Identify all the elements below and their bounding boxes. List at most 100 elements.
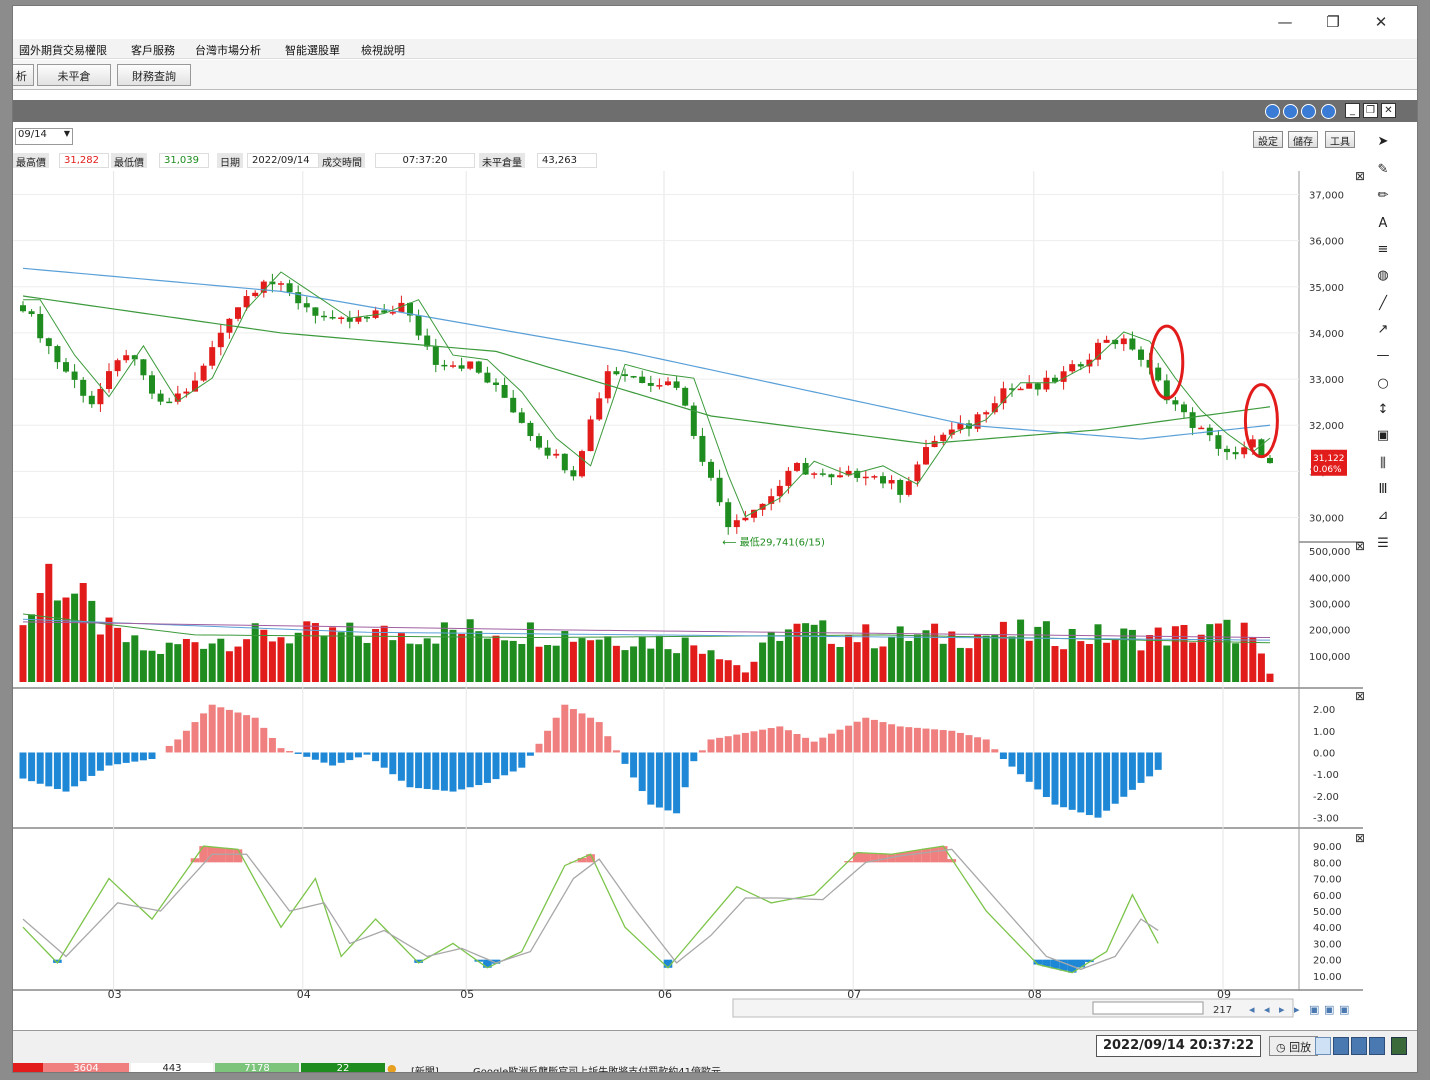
- candle-body: [97, 388, 104, 405]
- channel-tool-icon[interactable]: ⫼: [1375, 456, 1391, 474]
- globe-icon[interactable]: ◍: [1375, 268, 1391, 286]
- macd-bar: [62, 752, 70, 792]
- volume-bar: [948, 631, 956, 682]
- hline-tool-icon[interactable]: —: [1375, 348, 1391, 366]
- volume-bar: [79, 583, 87, 682]
- macd-bar: [346, 752, 354, 761]
- volume-bar: [836, 646, 844, 682]
- date-select[interactable]: 09/14 ▼: [15, 128, 73, 145]
- tools-button[interactable]: 工具: [1325, 131, 1355, 148]
- alert-icon[interactable]: ●: [387, 1062, 397, 1072]
- volume-bar: [1077, 641, 1085, 682]
- candle-body: [888, 480, 895, 484]
- menu-item-service[interactable]: 客戶服務: [131, 42, 175, 58]
- volume-bar: [415, 644, 423, 682]
- replay-button[interactable]: ◷ 回放: [1269, 1036, 1319, 1056]
- candle-body: [1232, 452, 1239, 455]
- line-tool-icon[interactable]: ╱: [1375, 296, 1391, 314]
- chart-nav-icon: ◂: [1249, 1003, 1255, 1016]
- analysis-button[interactable]: 析: [13, 64, 34, 86]
- help-icon[interactable]: [1321, 104, 1336, 119]
- panel-restore-icon[interactable]: ❐: [1363, 103, 1378, 118]
- save-button[interactable]: 儲存: [1288, 131, 1318, 148]
- lines-icon[interactable]: ≡: [1375, 242, 1391, 260]
- volume-bar: [681, 637, 689, 682]
- menu-item-futures[interactable]: 國外期貨交易權限: [19, 42, 107, 58]
- text-icon[interactable]: A: [1375, 216, 1391, 234]
- chevron-down-icon: ▼: [63, 129, 70, 138]
- layout-icon-4[interactable]: [1369, 1037, 1385, 1055]
- panel-minimize-icon[interactable]: _: [1345, 103, 1360, 118]
- candle-body: [1215, 435, 1222, 449]
- layout-icon-3[interactable]: [1351, 1037, 1367, 1055]
- maximize-button[interactable]: ❐: [1318, 10, 1348, 34]
- open-interest-label: 未平倉量: [479, 153, 525, 169]
- price-tick-label: 35,000: [1309, 283, 1344, 294]
- macd-bar: [1137, 752, 1145, 783]
- candle-body: [923, 447, 929, 465]
- shapes-tool-icon[interactable]: ▣: [1375, 428, 1391, 446]
- info-icon[interactable]: [1283, 104, 1298, 119]
- minimize-button[interactable]: —: [1270, 10, 1300, 34]
- macd-bar: [879, 722, 887, 753]
- grid-icon[interactable]: [1391, 1037, 1407, 1055]
- volume-bar: [1025, 640, 1033, 682]
- macd-bar: [501, 752, 509, 776]
- fan-tool-icon[interactable]: ⊿: [1375, 508, 1391, 526]
- candle-body: [733, 520, 740, 528]
- cursor-icon[interactable]: ➤: [1375, 134, 1391, 152]
- macd-bar: [509, 752, 517, 772]
- replay-label: 回放: [1289, 1041, 1312, 1054]
- fib-tool-icon[interactable]: ☰: [1375, 536, 1391, 554]
- open-interest-button[interactable]: 未平倉: [37, 64, 111, 86]
- vline-tool-icon[interactable]: ↕: [1375, 402, 1391, 420]
- volume-bar: [139, 650, 147, 682]
- candle-body: [71, 371, 78, 380]
- candle-body: [149, 375, 155, 394]
- panel-close-icon[interactable]: ✕: [1381, 103, 1396, 118]
- circle-tool-icon[interactable]: ○: [1375, 376, 1391, 394]
- menu-bar: 國外期貨交易權限 客戶服務 台灣市場分析 智能選股單 檢視說明: [13, 39, 1417, 59]
- rewind-icon[interactable]: [1265, 104, 1280, 119]
- macd-bar: [853, 721, 861, 753]
- close-button[interactable]: ✕: [1366, 10, 1396, 34]
- pencil-icon[interactable]: ✏: [1375, 188, 1391, 206]
- volume-bar: [561, 631, 569, 682]
- menu-item-market[interactable]: 台灣市場分析: [195, 42, 261, 58]
- macd-bar: [810, 741, 818, 753]
- layout-icon-2[interactable]: [1333, 1037, 1349, 1055]
- eraser-icon[interactable]: ✎: [1375, 162, 1391, 180]
- volume-bar: [733, 665, 741, 682]
- volume-bar: [759, 642, 767, 682]
- settings-button[interactable]: 設定: [1253, 131, 1283, 148]
- macd-bar: [922, 728, 930, 753]
- pane-background-0: [13, 170, 1299, 542]
- refresh-icon[interactable]: [1301, 104, 1316, 119]
- volume-bar: [423, 638, 431, 682]
- macd-bar: [1146, 752, 1154, 777]
- macd-bar: [1077, 752, 1085, 813]
- arrow-tool-icon[interactable]: ↗: [1375, 322, 1391, 340]
- candle-body: [570, 470, 577, 477]
- volume-bar: [1163, 645, 1171, 682]
- volume-bar: [148, 650, 156, 682]
- news-ticker[interactable]: Google歐洲反壟斷官司上訴失敗將支付罰款約41億歐元: [473, 1063, 721, 1072]
- macd-bar: [862, 717, 870, 753]
- menu-item-help[interactable]: 檢視說明: [361, 42, 405, 58]
- menu-item-screener[interactable]: 智能選股單: [285, 42, 340, 58]
- candle-body: [80, 379, 87, 396]
- finance-query-button[interactable]: 財務查詢: [117, 64, 191, 86]
- candle-body: [1017, 388, 1024, 391]
- time-value: 07:37:20: [375, 153, 475, 168]
- macd-bar: [836, 729, 844, 753]
- bars-tool-icon[interactable]: Ⅲ: [1375, 482, 1391, 500]
- layout-icon-1[interactable]: [1315, 1037, 1331, 1055]
- volume-bar: [1232, 643, 1240, 682]
- volume-bar: [88, 600, 96, 682]
- macd-bar: [905, 727, 913, 753]
- volume-bar: [552, 645, 560, 682]
- volume-bar: [251, 623, 259, 682]
- volume-bar: [105, 617, 113, 682]
- kd-tick-label: 60.00: [1313, 891, 1342, 902]
- macd-bar: [53, 752, 61, 789]
